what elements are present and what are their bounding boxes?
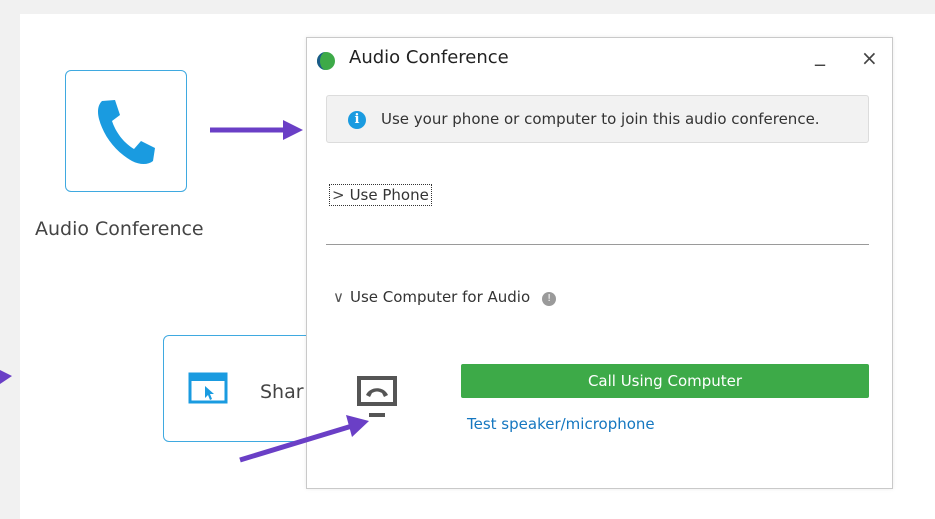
annotation-arrows bbox=[0, 120, 369, 463]
annotation-arrow bbox=[210, 120, 303, 140]
annotation-arrow bbox=[239, 415, 369, 463]
annotation-arrow bbox=[0, 370, 12, 384]
